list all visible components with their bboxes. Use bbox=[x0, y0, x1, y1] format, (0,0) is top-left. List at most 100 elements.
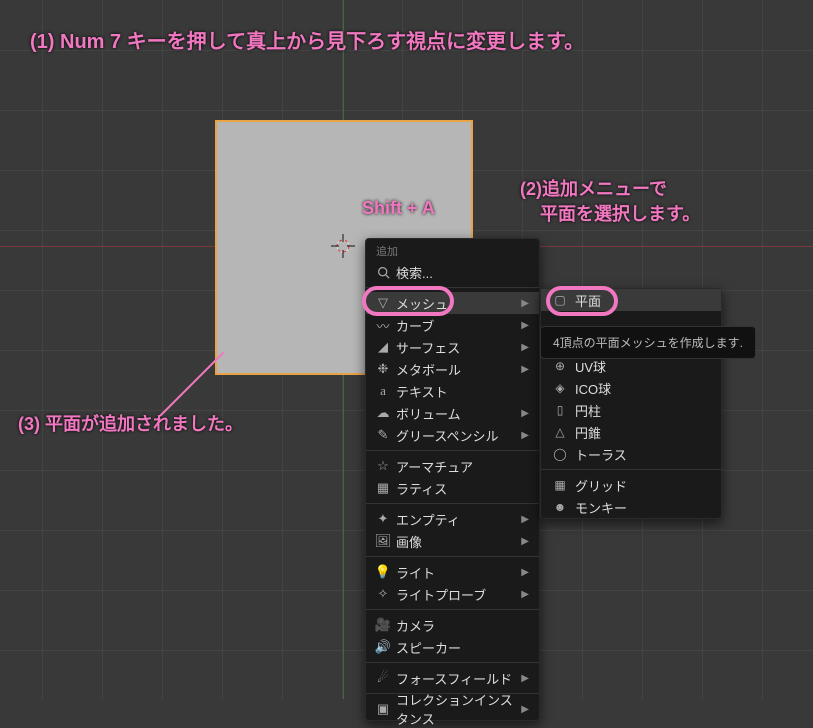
annotation-1: (1) Num 7 キーを押して真上から見下ろす視点に変更します。 bbox=[30, 25, 584, 54]
submenu-arrow-icon: ▶ bbox=[521, 514, 529, 525]
menu-item-collection-label: コレクションインスタンス bbox=[392, 690, 521, 728]
menu-item-forcefield-label: フォースフィールド bbox=[392, 669, 521, 688]
menu-item-gpencil-label: グリースペンシル bbox=[392, 426, 521, 445]
submenu-arrow-icon: ▶ bbox=[521, 342, 529, 353]
submenu-item-cone[interactable]: △ 円錐 bbox=[541, 421, 721, 443]
menu-item-camera-label: カメラ bbox=[392, 616, 529, 635]
annotation-2-line1: (2)追加メニューで bbox=[520, 175, 667, 201]
submenu-item-cone-label: 円錐 bbox=[569, 423, 601, 442]
menu-item-empty[interactable]: ✦ エンプティ ▶ bbox=[366, 508, 539, 530]
menu-item-curve[interactable]: 〰 カーブ ▶ bbox=[366, 314, 539, 336]
menu-item-lightprobe-label: ライトプローブ bbox=[392, 585, 521, 604]
menu-item-empty-label: エンプティ bbox=[392, 510, 521, 529]
submenu-arrow-icon: ▶ bbox=[521, 298, 529, 309]
submenu-item-cylinder[interactable]: ▯ 円柱 bbox=[541, 399, 721, 421]
menu-item-metaball-label: メタボール bbox=[392, 360, 521, 379]
menu-item-lightprobe[interactable]: ✧ ライトプローブ ▶ bbox=[366, 583, 539, 605]
submenu-item-icosphere-label: ICO球 bbox=[569, 379, 611, 398]
annotation-3: (3) 平面が追加されました。 bbox=[18, 410, 243, 436]
submenu-arrow-icon: ▶ bbox=[521, 673, 529, 684]
metaball-icon: ❉ bbox=[374, 361, 392, 377]
menu-item-light[interactable]: 💡 ライト ▶ bbox=[366, 561, 539, 583]
menu-item-speaker-label: スピーカー bbox=[392, 638, 529, 657]
menu-item-lattice[interactable]: ▦ ラティス bbox=[366, 477, 539, 499]
separator bbox=[366, 450, 539, 451]
menu-item-gpencil[interactable]: ✎ グリースペンシル ▶ bbox=[366, 424, 539, 446]
annotation-2-line2: 平面を選択します。 bbox=[520, 200, 700, 226]
add-menu-title: 追加 bbox=[366, 239, 539, 261]
submenu-item-icosphere[interactable]: ◈ ICO球 bbox=[541, 377, 721, 399]
collection-icon: ▣ bbox=[374, 701, 392, 717]
menu-item-text-label: テキスト bbox=[392, 382, 529, 401]
empty-icon: ✦ bbox=[374, 511, 392, 527]
menu-item-mesh[interactable]: ▽ メッシュ ▶ bbox=[366, 292, 539, 314]
cone-icon: △ bbox=[551, 425, 569, 439]
plane-icon: ▢ bbox=[551, 293, 569, 307]
menu-item-forcefield[interactable]: ☄ フォースフィールド ▶ bbox=[366, 667, 539, 689]
separator bbox=[366, 609, 539, 610]
uvsphere-icon: ⊕ bbox=[551, 359, 569, 373]
submenu-item-monkey[interactable]: ☻ モンキー bbox=[541, 496, 721, 518]
camera-icon: 🎥 bbox=[374, 617, 392, 633]
grid-icon: ▦ bbox=[551, 478, 569, 492]
image-icon: 🖼 bbox=[374, 533, 392, 549]
volume-icon: ☁ bbox=[374, 405, 392, 421]
submenu-item-torus-label: トーラス bbox=[569, 445, 627, 464]
search-icon bbox=[374, 266, 392, 279]
forcefield-icon: ☄ bbox=[374, 670, 392, 686]
menu-item-surface-label: サーフェス bbox=[392, 338, 521, 357]
armature-icon: ☆ bbox=[374, 458, 392, 474]
lightprobe-icon: ✧ bbox=[374, 586, 392, 602]
menu-item-camera[interactable]: 🎥 カメラ bbox=[366, 614, 539, 636]
menu-item-mesh-label: メッシュ bbox=[392, 294, 521, 313]
submenu-arrow-icon: ▶ bbox=[521, 364, 529, 375]
submenu-item-grid-label: グリッド bbox=[569, 476, 627, 495]
light-icon: 💡 bbox=[374, 564, 392, 580]
menu-item-surface[interactable]: ◢ サーフェス ▶ bbox=[366, 336, 539, 358]
menu-item-collection[interactable]: ▣ コレクションインスタンス ▶ bbox=[366, 698, 539, 720]
speaker-icon: 🔊 bbox=[374, 639, 392, 655]
mesh-icon: ▽ bbox=[374, 295, 392, 311]
submenu-item-plane[interactable]: ▢ 平面 bbox=[541, 289, 721, 311]
submenu-arrow-icon: ▶ bbox=[521, 567, 529, 578]
mesh-submenu[interactable]: ▢ 平面 ⊕ UV球 ◈ ICO球 ▯ 円柱 △ 円錐 ◯ トーラス ▦ グリッ… bbox=[540, 288, 722, 519]
monkey-icon: ☻ bbox=[551, 500, 569, 514]
submenu-arrow-icon: ▶ bbox=[521, 589, 529, 600]
submenu-arrow-icon: ▶ bbox=[521, 704, 529, 715]
cylinder-icon: ▯ bbox=[551, 403, 569, 417]
tooltip: 4頂点の平面メッシュを作成します. bbox=[540, 326, 756, 359]
menu-item-image[interactable]: 🖼 画像 ▶ bbox=[366, 530, 539, 552]
text-icon: a bbox=[374, 383, 392, 399]
torus-icon: ◯ bbox=[551, 447, 569, 461]
menu-item-light-label: ライト bbox=[392, 563, 521, 582]
separator bbox=[366, 556, 539, 557]
curve-icon: 〰 bbox=[374, 316, 392, 335]
submenu-item-monkey-label: モンキー bbox=[569, 498, 627, 517]
submenu-arrow-icon: ▶ bbox=[521, 320, 529, 331]
menu-item-armature[interactable]: ☆ アーマチュア bbox=[366, 455, 539, 477]
menu-item-curve-label: カーブ bbox=[392, 316, 521, 335]
menu-item-metaball[interactable]: ❉ メタボール ▶ bbox=[366, 358, 539, 380]
separator bbox=[366, 503, 539, 504]
submenu-arrow-icon: ▶ bbox=[521, 408, 529, 419]
separator bbox=[541, 469, 721, 470]
submenu-item-grid[interactable]: ▦ グリッド bbox=[541, 474, 721, 496]
gpencil-icon: ✎ bbox=[374, 427, 392, 443]
lattice-icon: ▦ bbox=[374, 480, 392, 496]
add-menu[interactable]: 追加 検索... ▽ メッシュ ▶ 〰 カーブ ▶ ◢ サーフェス ▶ ❉ メタ… bbox=[365, 238, 540, 721]
separator bbox=[366, 662, 539, 663]
submenu-item-torus[interactable]: ◯ トーラス bbox=[541, 443, 721, 465]
menu-item-lattice-label: ラティス bbox=[392, 479, 529, 498]
menu-item-armature-label: アーマチュア bbox=[392, 457, 529, 476]
menu-item-speaker[interactable]: 🔊 スピーカー bbox=[366, 636, 539, 658]
icosphere-icon: ◈ bbox=[551, 381, 569, 395]
menu-search[interactable]: 検索... bbox=[366, 261, 539, 283]
menu-item-text[interactable]: a テキスト bbox=[366, 380, 539, 402]
submenu-arrow-icon: ▶ bbox=[521, 430, 529, 441]
menu-search-label: 検索... bbox=[392, 263, 529, 282]
menu-item-volume[interactable]: ☁ ボリューム ▶ bbox=[366, 402, 539, 424]
surface-icon: ◢ bbox=[374, 339, 392, 355]
menu-item-image-label: 画像 bbox=[392, 532, 521, 551]
submenu-item-cylinder-label: 円柱 bbox=[569, 401, 601, 420]
separator bbox=[366, 287, 539, 288]
